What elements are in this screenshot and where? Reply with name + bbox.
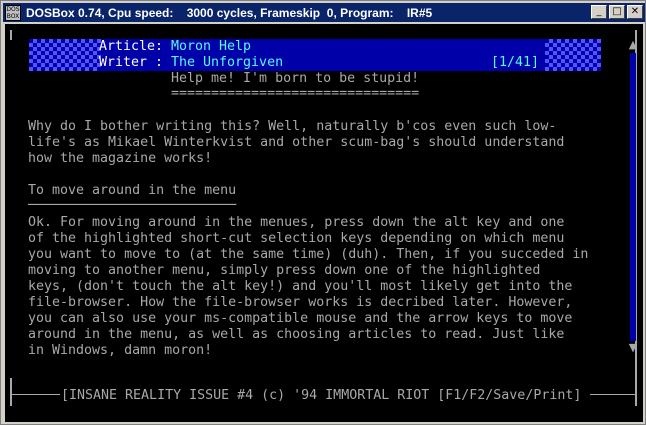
title-bar[interactable]: DOS BOX DOSBox 0.74, Cpu speed: 3000 cyc…: [3, 3, 645, 22]
para1-line-2: life's as Mikael Winterkvist and other s…: [28, 135, 565, 150]
article-label: Article:: [99, 39, 164, 54]
window-title: DOSBox 0.74, Cpu speed: 3000 cycles, Fra…: [26, 5, 433, 20]
scroll-up-icon[interactable]: ▲: [627, 39, 639, 51]
para2-line-7: you can also use your ms-compatible mous…: [28, 311, 573, 326]
para2-line-2: of the highlighted short-cut selection k…: [28, 231, 565, 246]
status-footer: [INSANE REALITY ISSUE #4 (c) '94 IMMORTA…: [61, 388, 582, 403]
writer-label: Writer :: [99, 55, 164, 70]
para2-line-8: around in the menu, as well as choosing …: [28, 327, 565, 342]
page-counter: [1/41]: [491, 55, 540, 70]
scroll-down-icon[interactable]: ▼: [627, 342, 639, 354]
article-title: Moron Help: [171, 39, 252, 54]
para2-line-4: moving to another menu, simply press dow…: [28, 263, 541, 278]
scrollbar[interactable]: ▲ ▼: [627, 39, 639, 354]
header-dither-left: [29, 39, 101, 71]
article-heading: Help me! I'm born to be stupid!: [171, 71, 420, 86]
header-dither-right: [545, 39, 601, 71]
writer-name: The Unforgiven: [171, 55, 284, 70]
close-button[interactable]: ✕: [627, 5, 643, 19]
para2-line-3: you want to move to (at the same time) (…: [28, 247, 589, 262]
para2-line-1: Ok. For moving around in the menues, pre…: [28, 215, 565, 230]
dosbox-window: DOS BOX DOSBox 0.74, Cpu speed: 3000 cyc…: [0, 0, 646, 425]
frame-left-bottom: [10, 378, 12, 406]
dosbox-app-icon[interactable]: DOS BOX: [5, 4, 21, 21]
maximize-button[interactable]: □: [609, 5, 625, 19]
article-heading-underline: ===============================: [171, 86, 420, 101]
para1-line-1: Why do I bother writing this? Well, natu…: [28, 119, 557, 134]
frame-bottom-left: [10, 394, 60, 395]
section-title: To move around in the menu: [28, 183, 237, 198]
frame-bottom-right: [590, 394, 635, 395]
para2-line-5: keys, (don't touch the alt key!) and you…: [28, 279, 573, 294]
dos-screen[interactable]: Article: Moron Help Writer : The Unforgi…: [5, 24, 643, 422]
scroll-track[interactable]: [630, 53, 636, 341]
para2-line-6: file-browser. How the file-browser works…: [28, 295, 573, 310]
window-controls: _ □ ✕: [589, 5, 643, 19]
minimize-button[interactable]: _: [591, 5, 607, 19]
para2-line-9: in Windows, damn moron!: [28, 343, 213, 358]
frame-left-top: [10, 30, 12, 40]
section-rule: ──────────────────────────: [28, 198, 237, 213]
para1-line-3: how the magazine works!: [28, 151, 213, 166]
